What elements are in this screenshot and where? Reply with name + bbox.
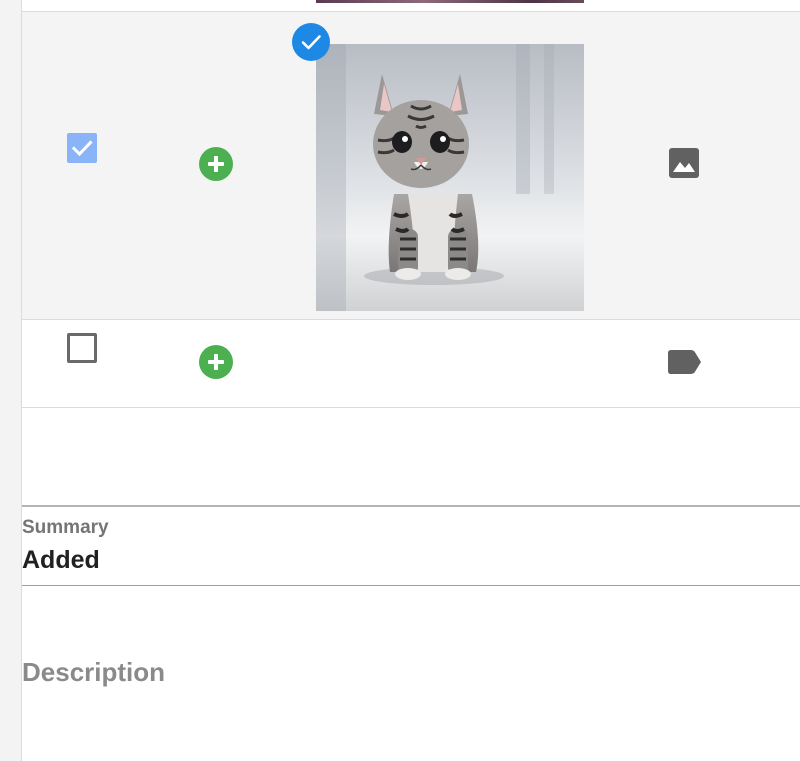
list-item-selected[interactable] (22, 12, 800, 320)
thumbnail-image[interactable] (316, 0, 584, 3)
kitten-photo (316, 44, 584, 311)
summary-field[interactable]: Summary Added (22, 505, 800, 586)
list-item[interactable] (22, 320, 800, 408)
description-field[interactable]: Description (22, 657, 165, 688)
thumbnail-image[interactable] (316, 44, 584, 311)
selected-check-badge[interactable] (292, 23, 330, 61)
add-button[interactable] (199, 345, 233, 379)
label-tag-icon (668, 350, 702, 379)
row-checkbox-checked[interactable] (67, 133, 97, 163)
list-empty-space (22, 408, 800, 504)
summary-value[interactable]: Added (22, 546, 100, 575)
row-checkbox[interactable] (67, 333, 97, 363)
summary-label: Summary (22, 517, 109, 538)
image-icon (668, 147, 700, 184)
check-icon (301, 35, 321, 50)
add-button[interactable] (199, 147, 233, 181)
list-item[interactable] (22, 0, 800, 12)
list-panel: Summary Added Description (22, 0, 800, 761)
left-rail (0, 0, 22, 761)
check-icon (71, 140, 93, 157)
